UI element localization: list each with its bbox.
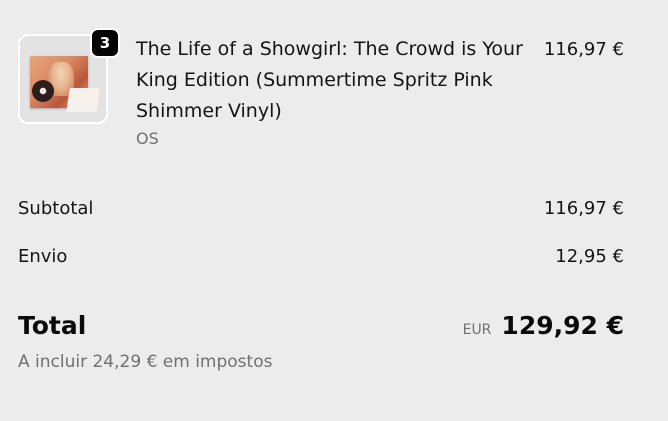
- currency-code: EUR: [462, 321, 492, 338]
- product-thumbnail-wrapper: 3: [18, 28, 120, 130]
- subtotal-row: Subtotal 116,97 €: [18, 194, 624, 222]
- quantity-badge: 3: [90, 28, 120, 58]
- total-amount-group: EUR 129,92 €: [463, 311, 624, 340]
- shipping-row: Envio 12,95 €: [18, 242, 624, 270]
- subtotal-value: 116,97 €: [543, 197, 624, 219]
- vinyl-record-icon: [66, 88, 100, 112]
- total-value: 129,92 €: [501, 310, 624, 340]
- shipping-value: 12,95 €: [555, 245, 624, 267]
- shipping-label: Envio: [18, 245, 68, 267]
- total-row: Total EUR 129,92 €: [18, 306, 624, 344]
- total-label: Total: [18, 310, 87, 340]
- line-item-price: 116,97 €: [543, 39, 624, 60]
- tax-note: A incluir 24,29 € em impostos: [18, 352, 273, 372]
- subtotal-label: Subtotal: [18, 197, 94, 219]
- product-variant: OS: [136, 129, 159, 148]
- cart-line-item: 3 The Life of a Showgirl: The Crowd is Y…: [18, 28, 624, 155]
- product-title: The Life of a Showgirl: The Crowd is You…: [136, 38, 523, 122]
